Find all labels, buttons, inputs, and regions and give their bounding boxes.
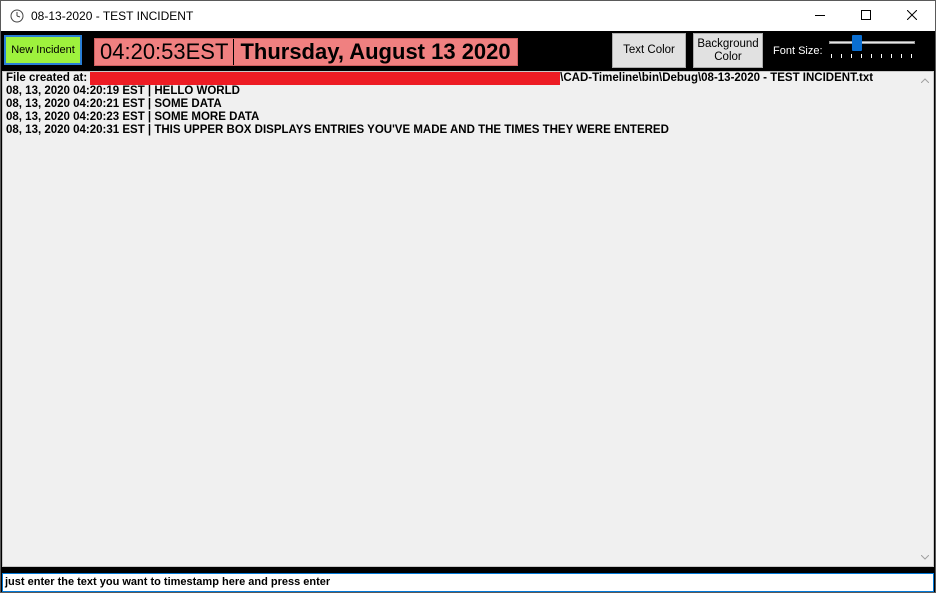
log-entry: 08, 13, 2020 04:20:21 EST | SOME DATA [6,98,222,110]
minimize-icon [815,7,825,25]
close-button[interactable] [889,1,935,31]
window-controls [797,1,935,31]
clock-time: 04:20:53EST [95,39,235,65]
scroll-down-arrow[interactable] [916,549,933,566]
minimize-button[interactable] [797,1,843,31]
clock-date: Thursday, August 13 2020 [240,39,511,64]
vertical-scrollbar[interactable] [916,72,933,566]
redacted-path [90,72,561,85]
window-title: 08-13-2020 - TEST INCIDENT [31,9,194,23]
slider-thumb[interactable] [851,35,862,51]
file-path-line: File created at: \CAD-Timeline\bin\Debug… [3,72,933,85]
log-entry: 08, 13, 2020 04:20:19 EST | HELLO WORLD [6,85,240,97]
close-icon [906,7,918,25]
file-created-label: File created at: [6,72,88,84]
maximize-button[interactable] [843,1,889,31]
text-color-button[interactable]: Text Color [612,33,686,68]
timeline-log[interactable]: File created at: \CAD-Timeline\bin\Debug… [2,71,934,567]
new-incident-button[interactable]: New Incident [4,35,82,65]
log-entry: 08, 13, 2020 04:20:23 EST | SOME MORE DA… [6,111,260,123]
title-bar[interactable]: 08-13-2020 - TEST INCIDENT [1,1,935,31]
app-window: 08-13-2020 - TEST INCIDENT New Incident [0,0,936,593]
entry-input[interactable]: just enter the text you want to timestam… [2,573,934,592]
chevron-down-icon [920,551,929,564]
log-entry: 08, 13, 2020 04:20:31 EST | THIS UPPER B… [6,124,669,136]
chevron-up-icon [920,74,929,87]
clock-icon [9,8,25,24]
maximize-icon [861,7,871,25]
file-path-suffix: \CAD-Timeline\bin\Debug\08-13-2020 - TES… [560,72,874,84]
toolbar: New Incident 04:20:53EST Thursday, Augus… [1,31,935,71]
clock-display: 04:20:53EST Thursday, August 13 2020 [94,38,518,66]
slider-ticks [831,54,913,58]
font-size-label: Font Size: [773,45,823,57]
slider-track[interactable] [829,41,915,44]
scroll-up-arrow[interactable] [916,72,933,89]
font-size-slider[interactable] [827,35,917,62]
background-color-button[interactable]: Background Color [693,33,763,68]
